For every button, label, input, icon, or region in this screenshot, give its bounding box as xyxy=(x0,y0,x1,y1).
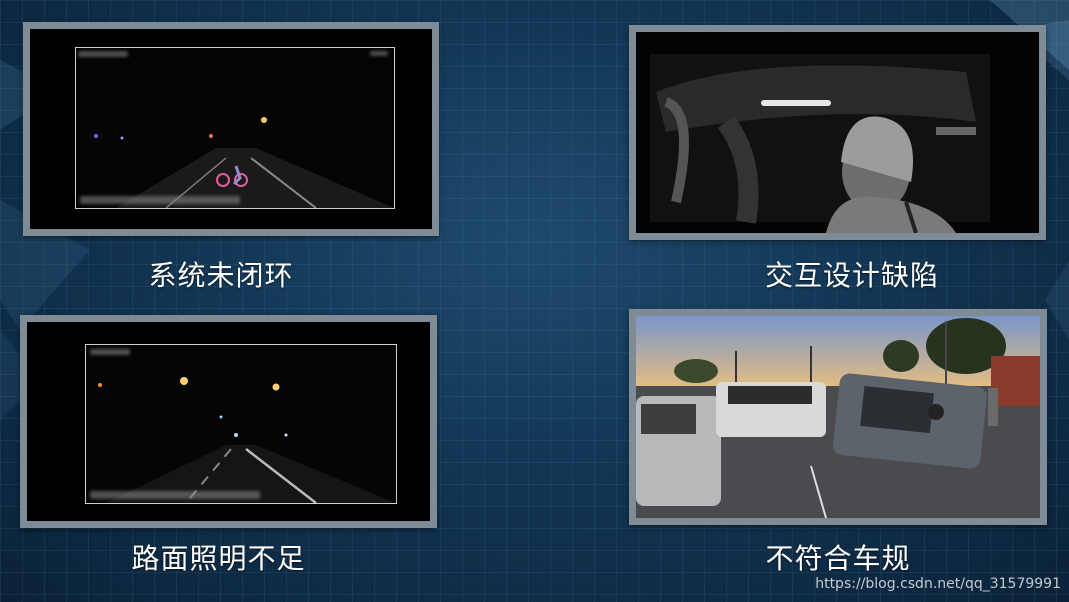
dashcam-image-road xyxy=(27,322,430,521)
caption-insufficient-road-lighting: 路面照明不足 xyxy=(131,542,306,575)
video-panel-bottom-right xyxy=(629,309,1047,525)
caption-system-not-closed-loop: 系统未闭环 xyxy=(148,259,294,292)
caption-interaction-design-defect: 交互设计缺陷 xyxy=(764,259,939,292)
video-panel-top-left xyxy=(23,22,439,236)
car-interior-scene xyxy=(636,32,1039,233)
video-panel-top-right xyxy=(629,25,1046,240)
night-road-scene xyxy=(76,48,394,208)
interior-camera-image xyxy=(636,32,1039,233)
crash-scene-photo xyxy=(636,316,1040,518)
dark-road-scene xyxy=(86,345,396,503)
street-accident-scene xyxy=(636,316,1040,518)
dashcam-image-pedestrian xyxy=(30,29,432,229)
watermark-url: https://blog.csdn.net/qq_31579991 xyxy=(815,576,1061,592)
caption-not-automotive-grade: 不符合车规 xyxy=(765,542,911,575)
video-panel-bottom-left xyxy=(20,315,437,528)
